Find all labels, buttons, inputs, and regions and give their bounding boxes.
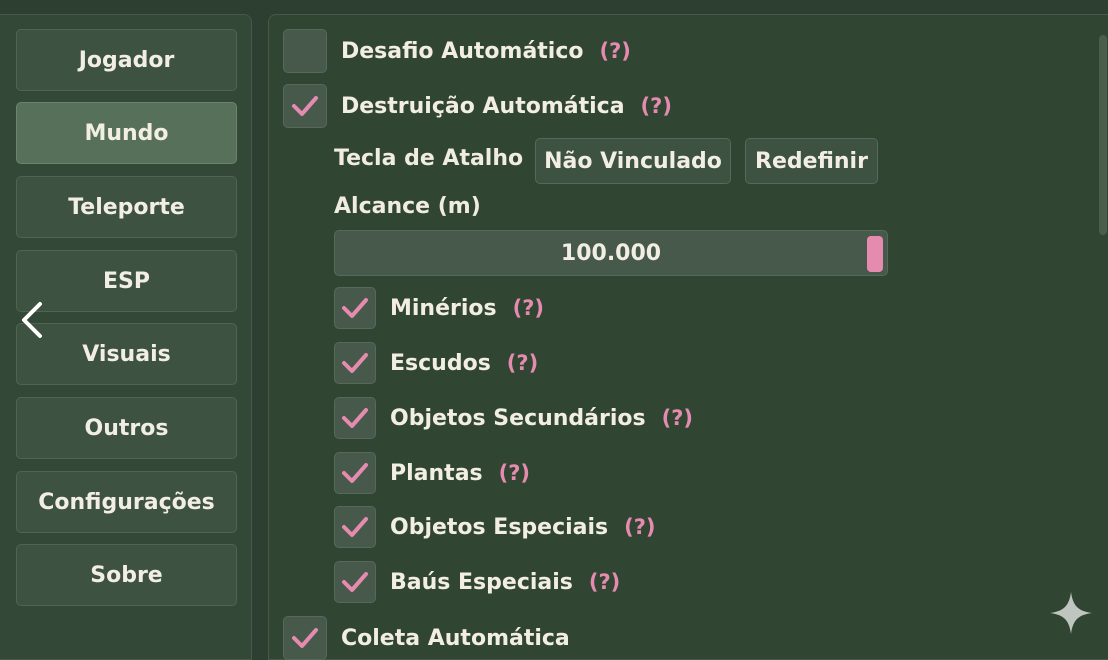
scrollbar-thumb[interactable] <box>1099 35 1107 235</box>
sidebar-item-mundo[interactable]: Mundo <box>16 102 237 164</box>
help-icon[interactable]: (?) <box>499 461 530 485</box>
plants-label: Plantas <box>390 460 483 486</box>
help-icon[interactable]: (?) <box>662 406 693 430</box>
range-value: 100.000 <box>560 240 662 266</box>
auto-destroy-checkbox[interactable] <box>283 84 327 128</box>
sidebar-item-teleporte[interactable]: Teleporte <box>16 176 237 238</box>
plants-checkbox[interactable] <box>334 452 376 494</box>
shields-label: Escudos <box>390 350 491 376</box>
help-icon[interactable]: (?) <box>507 351 538 375</box>
auto-challenge-label: Desafio Automático <box>341 38 584 64</box>
check-icon <box>342 463 368 483</box>
sparkle-icon <box>1048 590 1094 636</box>
sidebar-item-outros[interactable]: Outros <box>16 397 237 459</box>
chevron-left-icon[interactable] <box>16 300 48 340</box>
hotkey-bind-button[interactable]: Não Vinculado <box>535 138 731 184</box>
sidebar-item-configuracoes[interactable]: Configurações <box>16 471 237 533</box>
auto-collect-row: Coleta Automática <box>283 616 570 660</box>
ores-label: Minérios <box>390 295 497 321</box>
auto-collect-checkbox[interactable] <box>283 616 327 660</box>
auto-challenge-row: Desafio Automático (?) <box>283 29 631 73</box>
check-icon <box>292 628 318 648</box>
sidebar-item-esp[interactable]: ESP <box>16 250 237 312</box>
list-item: Objetos Secundários (?) <box>334 396 693 440</box>
reset-button[interactable]: Redefinir <box>745 138 878 184</box>
help-icon[interactable]: (?) <box>589 570 620 594</box>
check-icon <box>342 298 368 318</box>
special-objects-checkbox[interactable] <box>334 506 376 548</box>
list-item: Escudos (?) <box>334 341 538 385</box>
shields-checkbox[interactable] <box>334 342 376 384</box>
auto-destroy-label: Destruição Automática <box>341 93 625 119</box>
special-objects-label: Objetos Especiais <box>390 514 609 540</box>
help-icon[interactable]: (?) <box>624 515 655 539</box>
list-item: Baús Especiais (?) <box>334 560 620 604</box>
sidebar-item-sobre[interactable]: Sobre <box>16 544 237 606</box>
check-icon <box>342 353 368 373</box>
auto-collect-label: Coleta Automática <box>341 625 570 651</box>
range-label: Alcance (m) <box>334 194 481 219</box>
list-item: Objetos Especiais (?) <box>334 505 656 549</box>
check-icon <box>292 96 318 116</box>
list-item: Plantas (?) <box>334 451 530 495</box>
special-chests-label: Baús Especiais <box>390 569 573 595</box>
auto-challenge-checkbox[interactable] <box>283 29 327 73</box>
help-icon[interactable]: (?) <box>513 296 544 320</box>
slider-handle[interactable] <box>867 236 883 272</box>
secondary-objects-checkbox[interactable] <box>334 397 376 439</box>
check-icon <box>342 408 368 428</box>
sidebar-item-visuais[interactable]: Visuais <box>16 323 237 385</box>
help-icon[interactable]: (?) <box>641 94 672 118</box>
secondary-objects-label: Objetos Secundários <box>390 405 646 431</box>
check-icon <box>342 572 368 592</box>
hotkey-label: Tecla de Atalho <box>334 146 524 171</box>
list-item: Minérios (?) <box>334 286 544 330</box>
check-icon <box>342 517 368 537</box>
help-icon[interactable]: (?) <box>600 39 631 63</box>
auto-destroy-row: Destruição Automática (?) <box>283 84 672 128</box>
ores-checkbox[interactable] <box>334 287 376 329</box>
special-chests-checkbox[interactable] <box>334 561 376 603</box>
sidebar-item-jogador[interactable]: Jogador <box>16 29 237 91</box>
scrollbar[interactable] <box>1098 25 1108 655</box>
range-slider[interactable]: 100.000 <box>334 230 888 276</box>
